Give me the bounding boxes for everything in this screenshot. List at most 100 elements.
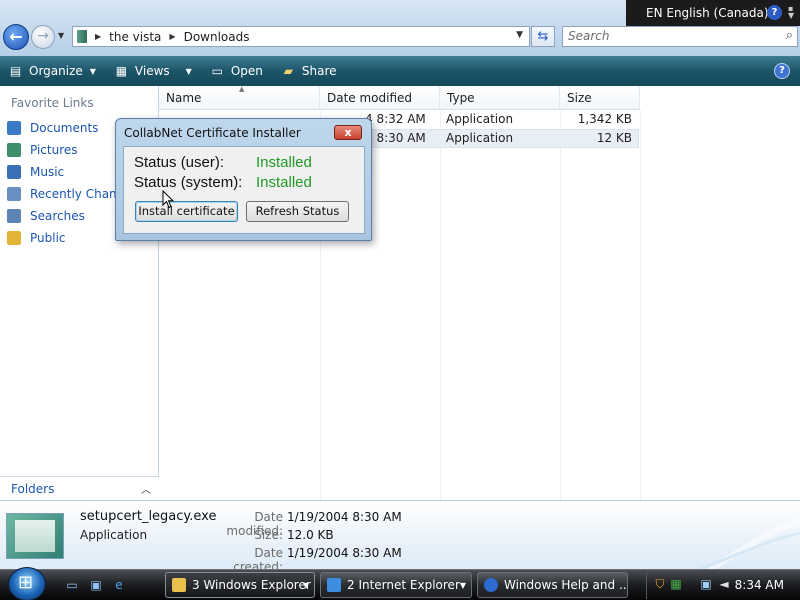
breadcrumb-item[interactable]: the vista xyxy=(109,30,161,44)
date-created-value: 1/19/2004 8:30 AM xyxy=(287,546,402,560)
column-label: Type xyxy=(447,90,475,105)
language-bar[interactable]: EN English (Canada) ? ▪ ▼ xyxy=(626,0,800,26)
address-history-dropdown[interactable]: ▼ xyxy=(516,30,523,40)
internet-explorer-icon[interactable]: e xyxy=(111,578,127,592)
start-button[interactable] xyxy=(8,567,46,600)
organize-icon: ▤ xyxy=(9,63,22,78)
system-status-value: Installed xyxy=(256,174,312,191)
column-divider xyxy=(640,110,641,500)
security-shield-icon[interactable]: ⛉ xyxy=(653,577,667,591)
search-icon[interactable]: ⌕ xyxy=(786,28,793,43)
folder-icon xyxy=(77,30,87,43)
share-label: Share xyxy=(301,64,337,78)
chevron-down-icon: ▼ xyxy=(459,581,466,590)
breadcrumb-separator-icon[interactable]: ▶ xyxy=(95,32,101,41)
taskbar-internet-explorer[interactable]: 2 Internet Explorer ▼ xyxy=(320,572,472,598)
clock[interactable]: 8:34 AM xyxy=(735,578,784,592)
volume-muted-icon[interactable]: ◄ xyxy=(717,577,731,591)
folder-icon xyxy=(172,578,186,592)
mouse-cursor-icon xyxy=(162,190,175,209)
column-header-type[interactable]: Type xyxy=(440,86,560,110)
recent-pages-dropdown[interactable]: ▼ xyxy=(58,31,64,40)
column-label: Size xyxy=(567,90,592,105)
breadcrumb-separator-icon[interactable]: ▶ xyxy=(169,32,175,41)
back-button[interactable]: ← xyxy=(3,24,29,50)
column-header-name[interactable]: Name ▲ xyxy=(159,85,320,110)
date-modified-value: 1/19/2004 8:30 AM xyxy=(287,510,402,524)
column-divider xyxy=(440,110,441,500)
nav-item-label: Pictures xyxy=(30,143,78,157)
chevron-down-icon: ▼ xyxy=(302,581,309,590)
help-icon[interactable]: ? xyxy=(774,63,790,79)
taskbar-windows-explorer[interactable]: 3 Windows Explorer ▼ xyxy=(165,572,315,598)
system-tray: ⛉ ▦ ▣ ◄ 8:34 AM xyxy=(646,572,800,599)
open-button[interactable]: ▭ Open xyxy=(210,64,263,79)
size-label: Size: xyxy=(254,528,283,542)
details-filetype: Application xyxy=(80,528,148,542)
display-icon[interactable]: ▣ xyxy=(699,577,713,591)
folders-toggle[interactable]: Folders ︿ xyxy=(0,476,159,500)
refresh-status-button[interactable]: Refresh Status xyxy=(246,201,349,222)
details-pane: setupcert_legacy.exe Application Date mo… xyxy=(0,500,800,574)
favorite-links-heading: Favorite Links xyxy=(11,96,94,110)
address-bar-area: ← → ▼ ▶ the vista ▶ Downloads ▼ ⇆ Search… xyxy=(0,0,800,56)
install-certificate-button[interactable]: Install certificate xyxy=(135,201,238,222)
type-cell: Application xyxy=(446,131,514,145)
search-input[interactable]: Search ⌕ xyxy=(562,26,798,47)
searches-icon xyxy=(7,209,21,223)
nav-item-label: Music xyxy=(30,165,65,179)
decorative-swoosh xyxy=(700,518,800,570)
dialog-title: CollabNet Certificate Installer xyxy=(124,126,301,140)
views-label: Views xyxy=(134,64,170,78)
taskbar-windows-help[interactable]: Windows Help and ... xyxy=(477,572,628,598)
certificate-installer-dialog: CollabNet Certificate Installer x Status… xyxy=(115,118,372,241)
breadcrumb[interactable]: ▶ the vista ▶ Downloads ▼ xyxy=(72,26,530,47)
user-status-label: Status (user): xyxy=(134,154,225,171)
switch-windows-icon[interactable]: ▣ xyxy=(88,578,104,592)
details-filename: setupcert_legacy.exe xyxy=(80,509,217,524)
share-button[interactable]: ▰ Share xyxy=(281,64,337,79)
show-desktop-icon[interactable]: ▭ xyxy=(64,578,80,592)
column-header-date-modified[interactable]: Date modified xyxy=(320,86,440,110)
size-cell: 1,342 KB xyxy=(577,112,632,126)
views-icon: ▦ xyxy=(115,63,128,78)
close-button[interactable]: x xyxy=(334,125,362,140)
help-icon[interactable]: ? xyxy=(767,5,782,20)
system-status-label: Status (system): xyxy=(134,174,243,191)
column-header-size[interactable]: Size xyxy=(560,86,640,110)
chevron-down-icon: ▼ xyxy=(185,66,192,76)
organize-button[interactable]: ▤ Organize ▼ xyxy=(8,64,96,79)
nav-item-label: Public xyxy=(30,231,66,245)
nav-item-label: Searches xyxy=(30,209,85,223)
breadcrumb-item[interactable]: Downloads xyxy=(184,30,250,44)
command-bar: ▤ Organize ▼ ▦ Views ▼ ▭ Open ▰ Share ? xyxy=(0,56,800,86)
language-label[interactable]: EN English (Canada) xyxy=(646,6,769,20)
date-modified-cell: 4 8:30 AM xyxy=(365,131,426,145)
refresh-button[interactable]: ⇆ xyxy=(531,26,555,47)
public-folder-icon xyxy=(7,231,21,245)
pictures-icon xyxy=(7,143,21,157)
network-icon[interactable]: ▦ xyxy=(669,577,683,591)
forward-button[interactable]: → xyxy=(31,25,55,49)
size-value: 12.0 KB xyxy=(287,528,334,542)
organize-label: Organize xyxy=(29,64,83,78)
search-placeholder: Search xyxy=(568,29,610,43)
grip-icon[interactable]: ▪ ▼ xyxy=(788,5,796,20)
internet-explorer-icon xyxy=(327,578,341,592)
dialog-body: Status (user): Installed Status (system)… xyxy=(123,146,365,234)
help-icon xyxy=(484,578,498,592)
open-label: Open xyxy=(230,64,263,78)
views-button[interactable]: ▦ Views ▼ xyxy=(114,64,192,79)
open-icon: ▭ xyxy=(211,63,223,78)
column-label: Date modified xyxy=(327,90,413,105)
taskbar-button-label: Windows Help and ... xyxy=(504,578,628,592)
music-icon xyxy=(7,165,21,179)
user-status-value: Installed xyxy=(256,154,312,171)
date-modified-cell: 4 8:32 AM xyxy=(365,112,426,126)
taskbar-button-label: 2 Internet Explorer xyxy=(347,578,460,592)
recent-icon xyxy=(7,187,21,201)
chevron-up-icon[interactable]: ︿ xyxy=(141,481,151,496)
share-icon: ▰ xyxy=(283,63,293,78)
type-cell: Application xyxy=(446,112,514,126)
nav-item-label: Documents xyxy=(30,121,99,135)
